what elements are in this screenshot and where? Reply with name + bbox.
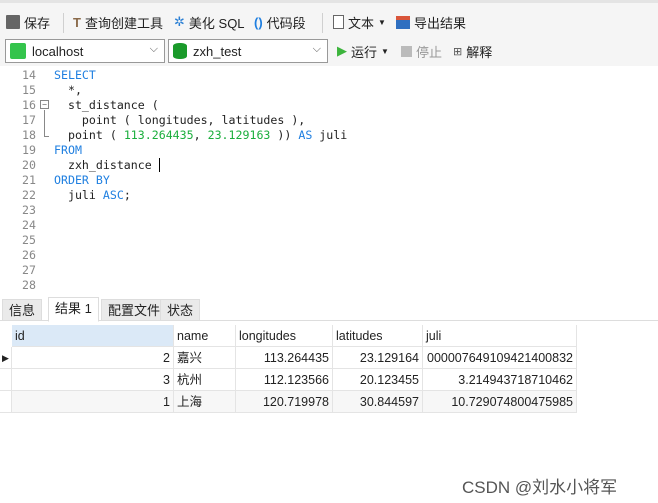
result-tabs: 信息 结果 1 配置文件 状态	[0, 296, 658, 322]
tab-result-1[interactable]: 结果 1	[48, 297, 99, 322]
query-builder-button[interactable]: T 查询创建工具	[73, 12, 163, 32]
column-header-latitudes[interactable]: latitudes	[333, 325, 423, 347]
save-icon	[6, 15, 20, 29]
column-header-name[interactable]: name	[174, 325, 236, 347]
row-selector[interactable]	[0, 391, 12, 413]
code-snippet-button[interactable]: () 代码段	[254, 12, 306, 32]
cell-latitudes[interactable]: 20.123455	[333, 369, 423, 391]
cell-id[interactable]: 3	[12, 369, 174, 391]
code-line: juli ASC;	[54, 188, 131, 202]
table-row[interactable]: ▶ 2 嘉兴 113.264435 23.129164 00000764910942140…	[0, 347, 577, 369]
line-number: 21	[22, 173, 36, 187]
line-number: 27	[22, 263, 36, 277]
dropdown-arrow-icon: ▼	[381, 46, 389, 56]
current-row-indicator-icon[interactable]: ▶	[0, 347, 12, 369]
save-button[interactable]: 保存	[6, 12, 50, 32]
text-button[interactable]: 文本 ▼	[333, 12, 386, 32]
sql-editor[interactable]: 14 15 16 17 18 19 20 21 22 23 24 25 26 27 28 SELECT *,…	[0, 66, 658, 294]
cell-longitudes[interactable]: 120.719978	[236, 391, 333, 413]
line-number: 15	[22, 83, 36, 97]
cell-id[interactable]: 1	[12, 391, 174, 413]
cell-name[interactable]: 嘉兴	[174, 347, 236, 369]
line-number: 24	[22, 218, 36, 232]
document-icon	[333, 15, 344, 29]
tab-info[interactable]: 信息	[2, 299, 43, 321]
explain-button[interactable]: ⊞ 解释	[453, 41, 492, 61]
export-table-icon	[396, 15, 410, 29]
play-icon: ▶	[337, 43, 347, 58]
line-number: 28	[22, 278, 36, 292]
cell-juli[interactable]: 3.214943718710462	[423, 369, 577, 391]
parentheses-icon: ()	[254, 14, 263, 30]
cell-id[interactable]: 2	[12, 347, 174, 369]
beautify-sql-button[interactable]: ✲ 美化 SQL	[174, 12, 245, 32]
line-number: 26	[22, 248, 36, 262]
chevron-down-icon: ⌵	[149, 43, 158, 55]
line-number: 19	[22, 143, 36, 157]
line-number: 18	[22, 128, 36, 142]
cell-longitudes[interactable]: 113.264435	[236, 347, 333, 369]
explain-icon: ⊞	[453, 45, 463, 58]
hammer-icon: T	[73, 14, 81, 30]
database-icon	[173, 43, 187, 59]
code-line: SELECT	[54, 68, 96, 82]
main-toolbar: 保存 T 查询创建工具 ✲ 美化 SQL () 代码段 文本 ▼ 导出结果	[0, 0, 658, 36]
connection-toolbar: localhost ⌵ zxh_test ⌵ ▶ 运行 ▼ 停止 ⊞ 解释	[0, 36, 658, 66]
cell-longitudes[interactable]: 112.123566	[236, 369, 333, 391]
column-header-id[interactable]: id	[12, 325, 174, 347]
export-results-button[interactable]: 导出结果	[396, 12, 466, 32]
stop-button[interactable]: 停止	[401, 41, 442, 61]
magic-wand-icon: ✲	[174, 14, 185, 29]
cell-juli[interactable]: 10.729074800475985	[423, 391, 577, 413]
line-number: 20	[22, 158, 36, 172]
cell-name[interactable]: 杭州	[174, 369, 236, 391]
line-number: 14	[22, 68, 36, 82]
cell-name[interactable]: 上海	[174, 391, 236, 413]
column-header-juli[interactable]: juli	[423, 325, 577, 347]
code-line: FROM	[54, 143, 82, 157]
tab-profile[interactable]: 配置文件	[101, 299, 168, 321]
row-selector[interactable]	[0, 369, 12, 391]
code-line: point ( 113.264435, 23.129163 )) AS juli	[54, 128, 348, 142]
run-button[interactable]: ▶ 运行 ▼	[337, 41, 389, 61]
cell-juli[interactable]: 000007649109421400832	[423, 347, 577, 369]
code-line: ORDER BY	[54, 173, 110, 187]
fold-toggle-icon[interactable]: −	[40, 100, 49, 109]
cell-latitudes[interactable]: 23.129164	[333, 347, 423, 369]
line-number: 25	[22, 233, 36, 247]
chevron-down-icon: ⌵	[312, 43, 321, 55]
table-row[interactable]: 3 杭州 112.123566 20.123455 3.214943718710462	[0, 369, 577, 391]
cell-latitudes[interactable]: 30.844597	[333, 391, 423, 413]
fold-guide	[44, 110, 49, 137]
code-line: *,	[54, 83, 82, 97]
watermark: CSDN @刘水小将军	[462, 478, 618, 497]
table-row[interactable]: 1 上海 120.719978 30.844597 10.729074800475985	[0, 391, 577, 413]
line-number: 22	[22, 188, 36, 202]
connection-select[interactable]: localhost ⌵	[5, 39, 165, 63]
column-header-longitudes[interactable]: longitudes	[236, 325, 333, 347]
stop-icon	[401, 45, 412, 57]
line-number: 23	[22, 203, 36, 217]
code-line: point ( longitudes, latitudes ),	[54, 113, 306, 127]
code-line: st_distance (	[54, 98, 159, 112]
dropdown-arrow-icon: ▼	[378, 17, 386, 27]
line-number: 17	[22, 113, 36, 127]
database-select[interactable]: zxh_test ⌵	[168, 39, 328, 63]
code-line: zxh_distance	[54, 158, 167, 172]
header-row: id name longitudes latitudes juli	[0, 325, 577, 347]
mysql-dolphin-icon	[10, 43, 26, 59]
tab-status[interactable]: 状态	[160, 299, 201, 321]
line-number: 16	[22, 98, 36, 112]
